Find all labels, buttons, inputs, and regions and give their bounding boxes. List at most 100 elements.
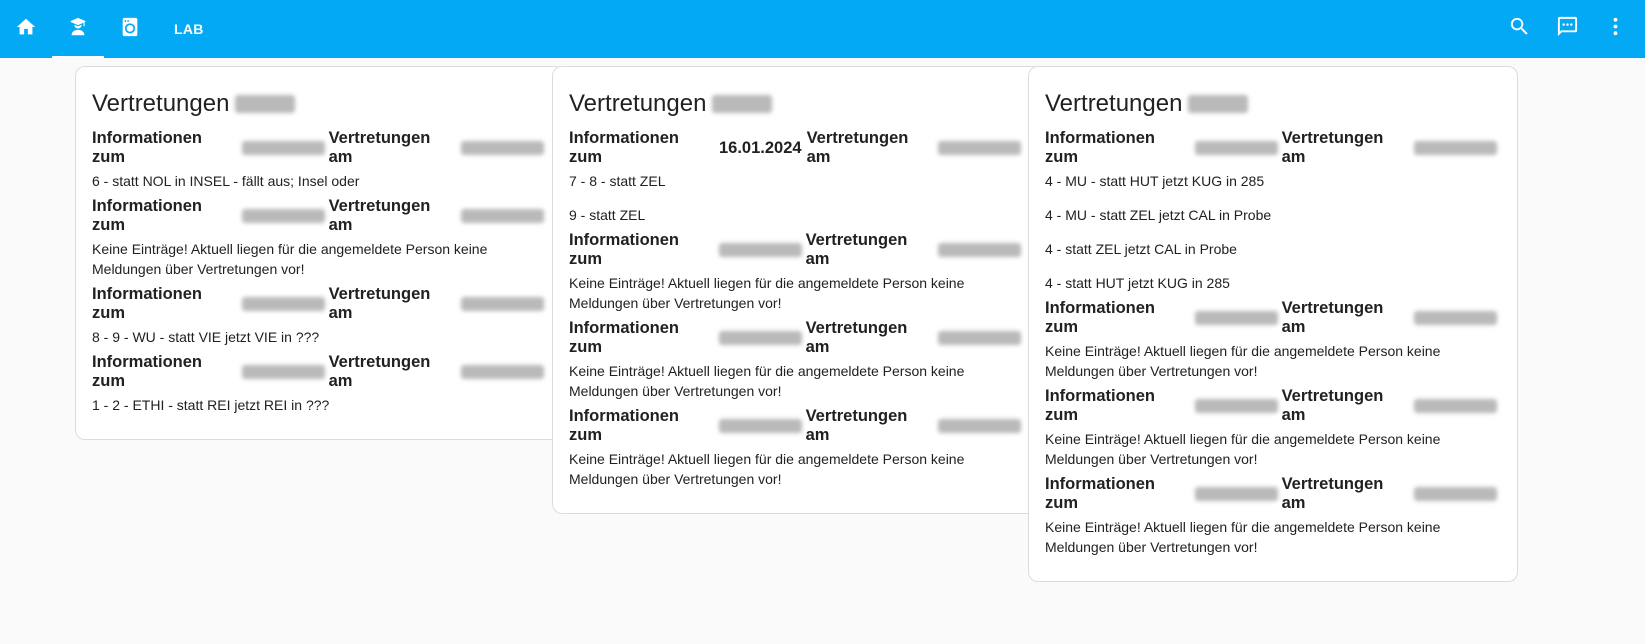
info-prefix: Informationen zum xyxy=(569,129,679,166)
redacted-date xyxy=(241,141,325,155)
redacted-date xyxy=(1414,399,1497,413)
info-prefix: Informationen zum xyxy=(1045,387,1155,424)
substitution-entry: 4 - MU - statt ZEL jetzt CAL in Probe xyxy=(1045,207,1272,223)
redacted-name xyxy=(1188,95,1249,113)
info-prefix: Informationen zum xyxy=(569,319,679,356)
substitution-entry: 7 - 8 - statt ZEL xyxy=(569,173,666,189)
overflow-menu-button[interactable] xyxy=(1591,0,1639,58)
info-heading: Informationen zum Vertretungen am xyxy=(569,319,1025,356)
vertretungen-label: Vertretungen am xyxy=(1281,299,1384,336)
substitution-entry: 1 - 2 - ETHI - statt REI jetzt REI in ??… xyxy=(92,397,330,413)
card-title: Vertretungen xyxy=(1045,89,1501,119)
info-prefix: Informationen zum xyxy=(92,285,202,322)
card-title-text: Vertretungen xyxy=(92,90,230,117)
substitution-entry: Keine Einträge! Aktuell liegen für die a… xyxy=(1045,431,1441,467)
info-prefix: Informationen zum xyxy=(1045,299,1155,336)
info-prefix: Informationen zum xyxy=(92,129,202,166)
vertretungen-label: Vertretungen am xyxy=(1281,129,1384,166)
info-heading: Informationen zum Vertretungen am xyxy=(1045,475,1501,512)
redacted-date xyxy=(938,419,1021,433)
card-title: Vertretungen xyxy=(569,89,1025,119)
substitution-card: Vertretungen Informationen zum Vertretunge… xyxy=(1028,66,1518,582)
vertretungen-label: Vertretungen am xyxy=(328,197,431,234)
substitution-card: Vertretungen Informationen zum Vertretunge… xyxy=(75,66,565,440)
student-icon xyxy=(67,16,89,43)
info-heading: Informationen zum Vertretungen am xyxy=(92,129,548,166)
redacted-date xyxy=(241,209,325,223)
vertretungen-label: Vertretungen am xyxy=(805,231,908,268)
redacted-date xyxy=(1414,141,1497,155)
substitution-entry: Keine Einträge! Aktuell liegen für die a… xyxy=(569,451,965,487)
redacted-date xyxy=(938,243,1021,257)
redacted-date xyxy=(461,141,544,155)
redacted-name xyxy=(235,95,296,113)
tab-student[interactable] xyxy=(52,0,104,58)
info-heading: Informationen zum 16.01.2024 Vertretungen … xyxy=(569,129,1025,166)
info-date: 16.01.2024 xyxy=(718,138,802,157)
info-prefix: Informationen zum xyxy=(1045,129,1155,166)
substitution-entry: Keine Einträge! Aktuell liegen für die a… xyxy=(1045,519,1441,555)
info-prefix: Informationen zum xyxy=(92,197,202,234)
redacted-date xyxy=(718,331,802,345)
info-heading: Informationen zum Vertretungen am xyxy=(92,353,548,390)
info-heading: Informationen zum Vertretungen am xyxy=(92,285,548,322)
redacted-date xyxy=(1194,399,1278,413)
vertretungen-label: Vertretungen am xyxy=(805,319,908,356)
redacted-date xyxy=(461,365,544,379)
info-prefix: Informationen zum xyxy=(1045,475,1155,512)
substitution-entry: 4 - statt ZEL jetzt CAL in Probe xyxy=(1045,241,1237,257)
substitution-entry: 6 - statt NOL in INSEL - fällt aus; Inse… xyxy=(92,173,360,189)
redacted-date xyxy=(1194,141,1278,155)
substitution-entry: Keine Einträge! Aktuell liegen für die a… xyxy=(569,275,965,311)
vertretungen-label: Vertretungen am xyxy=(1281,387,1384,424)
search-icon xyxy=(1508,15,1531,43)
card-title: Vertretungen xyxy=(92,89,548,119)
tab-washing-machine[interactable] xyxy=(104,0,156,58)
redacted-date xyxy=(718,419,802,433)
substitution-entry: 8 - 9 - WU - statt VIE jetzt VIE in ??? xyxy=(92,329,320,345)
vertretungen-label: Vertretungen am xyxy=(328,285,431,322)
assist-button[interactable] xyxy=(1543,0,1591,58)
substitution-entry: 4 - MU - statt HUT jetzt KUG in 285 xyxy=(1045,173,1265,189)
redacted-date xyxy=(461,297,544,311)
top-app-bar: LAB xyxy=(0,0,1645,58)
info-heading: Informationen zum Vertretungen am xyxy=(569,407,1025,444)
redacted-date xyxy=(241,365,325,379)
info-heading: Informationen zum Vertretungen am xyxy=(1045,129,1501,166)
search-button[interactable] xyxy=(1495,0,1543,58)
substitution-entry: 9 - statt ZEL xyxy=(569,207,646,223)
info-heading: Informationen zum Vertretungen am xyxy=(92,197,548,234)
redacted-date xyxy=(938,141,1021,155)
info-prefix: Informationen zum xyxy=(569,231,679,268)
vertretungen-label: Vertretungen am xyxy=(328,353,431,390)
info-prefix: Informationen zum xyxy=(569,407,679,444)
substitution-entry: 4 - statt HUT jetzt KUG in 285 xyxy=(1045,275,1230,291)
info-heading: Informationen zum Vertretungen am xyxy=(1045,299,1501,336)
redacted-date xyxy=(241,297,325,311)
substitution-entry: Keine Einträge! Aktuell liegen für die a… xyxy=(1045,343,1441,379)
redacted-name xyxy=(712,95,773,113)
vertretungen-label: Vertretungen am xyxy=(805,407,908,444)
redacted-date xyxy=(461,209,544,223)
washing-machine-icon xyxy=(119,16,141,43)
substitution-card: Vertretungen Informationen zum 16.01.2024 V… xyxy=(552,66,1042,514)
redacted-date xyxy=(718,243,802,257)
redacted-date xyxy=(1194,487,1278,501)
card-title-text: Vertretungen xyxy=(569,90,707,117)
vertretungen-label: Vertretungen am xyxy=(806,129,909,166)
tab-home[interactable] xyxy=(0,0,52,58)
info-prefix: Informationen zum xyxy=(92,353,202,390)
redacted-date xyxy=(1414,311,1497,325)
substitution-entry: Keine Einträge! Aktuell liegen für die a… xyxy=(92,241,488,277)
chat-icon xyxy=(1556,15,1579,43)
home-icon xyxy=(15,16,37,43)
redacted-date xyxy=(938,331,1021,345)
more-vertical-icon xyxy=(1604,15,1627,43)
vertretungen-label: Vertretungen am xyxy=(328,129,431,166)
vertretungen-label: Vertretungen am xyxy=(1281,475,1384,512)
card-title-text: Vertretungen xyxy=(1045,90,1183,117)
tab-lab[interactable]: LAB xyxy=(160,0,218,58)
redacted-date xyxy=(1194,311,1278,325)
info-heading: Informationen zum Vertretungen am xyxy=(569,231,1025,268)
substitution-entry: Keine Einträge! Aktuell liegen für die a… xyxy=(569,363,965,399)
